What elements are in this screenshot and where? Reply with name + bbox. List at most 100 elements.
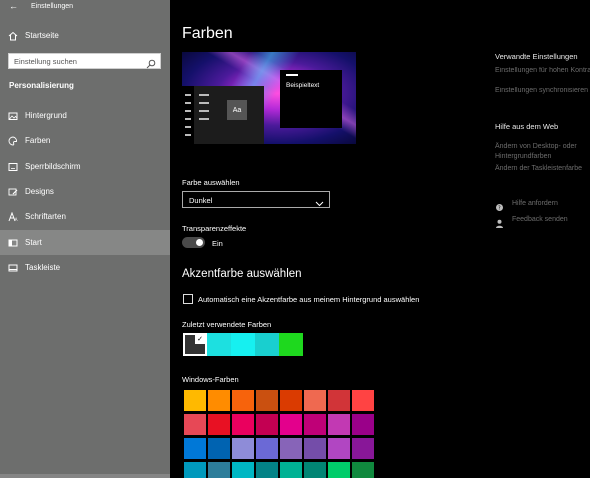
- windows-color-swatch[interactable]: [207, 389, 231, 412]
- preview-sample-text: Beispieltext: [286, 82, 320, 89]
- sidebar-item-background[interactable]: Hintergrund: [0, 103, 170, 128]
- windows-color-swatch[interactable]: [351, 437, 375, 460]
- search-input[interactable]: Einstellung suchen: [8, 53, 161, 69]
- link-change-taskbar-color[interactable]: Ändern der Taskleistenfarbe: [495, 165, 582, 172]
- windows-color-swatch[interactable]: [327, 461, 351, 478]
- picture-icon: [8, 111, 18, 121]
- windows-color-swatch[interactable]: [351, 461, 375, 478]
- sidebar-item-fonts[interactable]: A Schriftarten: [0, 204, 170, 229]
- auto-accent-checkbox[interactable]: [183, 294, 193, 304]
- windows-color-swatch[interactable]: [183, 461, 207, 478]
- transparency-state: Ein: [212, 239, 223, 248]
- auto-accent-label: Automatisch eine Akzentfarbe aus meinem …: [198, 295, 420, 304]
- recent-color-swatch[interactable]: [279, 333, 303, 356]
- windows-color-swatch[interactable]: [351, 389, 375, 412]
- windows-color-swatch[interactable]: [327, 413, 351, 436]
- sidebar-item-designs[interactable]: Designs: [0, 179, 170, 204]
- recent-color-swatch[interactable]: [231, 333, 255, 356]
- windows-color-swatch[interactable]: [279, 389, 303, 412]
- web-help-heading: Hilfe aus dem Web: [495, 122, 559, 131]
- transparency-toggle[interactable]: [182, 237, 205, 248]
- recent-colors-row: ✓: [183, 333, 303, 356]
- sidebar-item-label: Start: [25, 238, 42, 247]
- sidebar-item-start[interactable]: Start: [0, 230, 170, 255]
- transparency-label: Transparenzeffekte: [182, 224, 247, 233]
- search-placeholder: Einstellung suchen: [14, 57, 77, 66]
- accent-heading: Akzentfarbe auswählen: [182, 268, 302, 280]
- title-bar: ← Einstellungen: [0, 0, 170, 13]
- windows-color-swatch[interactable]: [303, 389, 327, 412]
- help-icon: ?: [495, 199, 504, 212]
- link-high-contrast[interactable]: Einstellungen für hohen Kontrast: [495, 67, 590, 74]
- windows-color-swatch[interactable]: [351, 413, 375, 436]
- start-icon: [8, 238, 18, 248]
- color-mode-value: Dunkel: [189, 196, 213, 205]
- windows-color-swatch[interactable]: [327, 437, 351, 460]
- windows-color-swatch[interactable]: [231, 461, 255, 478]
- preview-taskbar: [182, 86, 194, 144]
- get-help-link[interactable]: Hilfe anfordern: [512, 200, 558, 207]
- windows-colors-grid: [183, 389, 375, 478]
- windows-color-swatch[interactable]: [231, 437, 255, 460]
- lockscreen-icon: [8, 162, 18, 172]
- windows-color-swatch[interactable]: [255, 389, 279, 412]
- windows-color-swatch[interactable]: [183, 437, 207, 460]
- theme-preview: Aa Beispieltext: [182, 52, 356, 144]
- sidebar-item-label: Taskleiste: [25, 263, 61, 272]
- svg-text:?: ?: [498, 206, 501, 212]
- brush-icon: [8, 187, 18, 197]
- windows-colors-label: Windows-Farben: [182, 375, 239, 384]
- taskbar-icon: [8, 263, 18, 273]
- sidebar-item-taskbar[interactable]: Taskleiste: [0, 255, 170, 280]
- color-mode-dropdown[interactable]: Dunkel: [182, 191, 330, 208]
- sidebar-item-colors[interactable]: Farben: [0, 128, 170, 153]
- windows-color-swatch[interactable]: [231, 389, 255, 412]
- sidebar-item-label: Schriftarten: [25, 212, 66, 221]
- recent-color-swatch[interactable]: [207, 333, 231, 356]
- windows-color-swatch[interactable]: [255, 413, 279, 436]
- app-title: Einstellungen: [31, 3, 74, 10]
- windows-color-swatch[interactable]: [327, 389, 351, 412]
- choose-color-label: Farbe auswählen: [182, 178, 240, 187]
- windows-color-swatch[interactable]: [231, 413, 255, 436]
- settings-sidebar: ← Einstellungen Startseite Einstellung s…: [0, 0, 170, 478]
- font-icon: A: [8, 211, 18, 222]
- windows-color-swatch[interactable]: [207, 413, 231, 436]
- svg-text:A: A: [15, 217, 18, 222]
- windows-color-swatch[interactable]: [207, 437, 231, 460]
- windows-color-swatch[interactable]: [279, 437, 303, 460]
- windows-color-swatch[interactable]: [255, 437, 279, 460]
- chevron-down-icon: [315, 195, 324, 207]
- sidebar-item-lockscreen[interactable]: Sperrbildschirm: [0, 154, 170, 179]
- windows-color-swatch[interactable]: [303, 461, 327, 478]
- link-change-desktop-colors[interactable]: Ändern von Desktop- oder Hintergrundfarb…: [495, 142, 590, 162]
- related-settings-heading: Verwandte Einstellungen: [495, 52, 578, 61]
- windows-color-swatch[interactable]: [303, 437, 327, 460]
- sidebar-item-label: Hintergrund: [25, 111, 67, 120]
- back-arrow-icon[interactable]: ←: [9, 1, 18, 11]
- checkmark-icon: ✓: [195, 335, 205, 344]
- windows-color-swatch[interactable]: [279, 413, 303, 436]
- sidebar-item-label: Farben: [25, 136, 51, 145]
- page-title: Farben: [182, 25, 233, 42]
- feedback-link[interactable]: Feedback senden: [512, 216, 568, 223]
- section-header-personalization: Personalisierung: [9, 81, 74, 90]
- recent-color-swatch[interactable]: [255, 333, 279, 356]
- windows-color-swatch[interactable]: [303, 413, 327, 436]
- link-sync-settings[interactable]: Einstellungen synchronisieren: [495, 87, 590, 94]
- sidebar-item-label: Sperrbildschirm: [25, 162, 81, 171]
- recent-color-swatch[interactable]: ✓: [183, 333, 207, 356]
- toggle-knob: [196, 239, 203, 246]
- home-icon: [8, 31, 18, 41]
- windows-color-swatch[interactable]: [183, 389, 207, 412]
- nav-home-label: Startseite: [25, 31, 59, 40]
- preview-tile: Aa: [227, 100, 247, 120]
- windows-color-swatch[interactable]: [255, 461, 279, 478]
- sidebar-item-label: Designs: [25, 187, 54, 196]
- feedback-icon: [495, 215, 504, 228]
- search-icon[interactable]: [146, 56, 156, 69]
- nav-home[interactable]: Startseite: [0, 23, 170, 48]
- windows-color-swatch[interactable]: [183, 413, 207, 436]
- windows-color-swatch[interactable]: [279, 461, 303, 478]
- windows-color-swatch[interactable]: [207, 461, 231, 478]
